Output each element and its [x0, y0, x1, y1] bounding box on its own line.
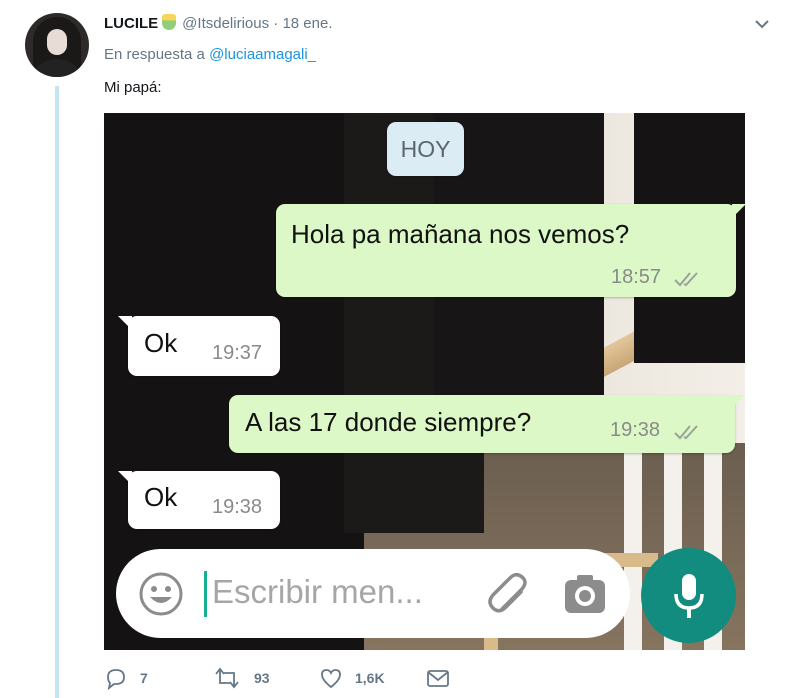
mic-button[interactable]: [641, 548, 736, 643]
message-time: 19:38: [212, 496, 263, 518]
message-bubble-outgoing: Hola pa mañana nos vemos? 18:57: [276, 204, 745, 297]
author-handle[interactable]: @Itsdelirious: [182, 15, 269, 32]
direct-message-button[interactable]: [426, 666, 452, 690]
date-chip: HOY: [387, 122, 464, 176]
tweet-media-image[interactable]: HOY Hola pa mañana nos vemos? 18:57 Ok 1…: [104, 113, 745, 650]
thread-line: [55, 86, 59, 698]
camera-icon[interactable]: [564, 574, 606, 614]
text-cursor: [204, 571, 207, 617]
message-input[interactable]: Escribir men...: [212, 573, 423, 611]
reply-button[interactable]: 7: [104, 666, 164, 690]
message-text: A las 17 donde siempre?: [245, 407, 532, 437]
message-composer[interactable]: Escribir men...: [116, 549, 630, 638]
reply-count: 7: [140, 670, 148, 686]
tweet-text: Mi papá:: [104, 79, 162, 96]
emoji-icon[interactable]: [138, 571, 184, 617]
message-time: 19:38: [610, 419, 661, 441]
double-check-icon: [674, 425, 698, 440]
retweet-button[interactable]: 93: [214, 666, 284, 690]
reply-to-link[interactable]: @luciaamagali_: [209, 46, 316, 63]
message-bubble-outgoing: A las 17 donde siempre? 19:38: [229, 395, 745, 453]
author-name[interactable]: LUCILE: [104, 15, 158, 32]
date-chip-label: HOY: [400, 136, 451, 162]
paperclip-icon[interactable]: [484, 569, 534, 619]
like-count: 1,6K: [355, 670, 385, 686]
heart-icon: [321, 669, 341, 689]
flower-emoji-icon: [162, 14, 177, 30]
reply-context: En respuesta a @luciaamagali_: [104, 46, 316, 63]
retweet-count: 93: [254, 670, 270, 686]
double-check-icon: [674, 272, 698, 287]
like-button[interactable]: 1,6K: [319, 666, 399, 690]
avatar[interactable]: [25, 13, 89, 77]
message-text: Ok: [144, 328, 178, 358]
chevron-down-icon[interactable]: [752, 14, 772, 34]
header-separator: ·: [273, 15, 279, 32]
tweet-date[interactable]: 18 ene.: [282, 15, 332, 32]
tweet-header: LUCILE @Itsdelirious · 18 ene.: [104, 14, 333, 32]
message-time: 18:57: [611, 266, 662, 288]
message-text: Hola pa mañana nos vemos?: [291, 219, 630, 249]
message-time: 19:37: [212, 342, 263, 364]
reply-icon: [107, 669, 125, 690]
retweet-icon: [215, 667, 239, 689]
envelope-icon: [427, 670, 449, 687]
microphone-icon: [674, 574, 704, 618]
message-bubble-incoming: Ok 19:37: [118, 316, 280, 376]
message-text: Ok: [144, 482, 178, 512]
reply-prefix: En respuesta a: [104, 46, 205, 63]
message-bubble-incoming: Ok 19:38: [118, 471, 280, 529]
